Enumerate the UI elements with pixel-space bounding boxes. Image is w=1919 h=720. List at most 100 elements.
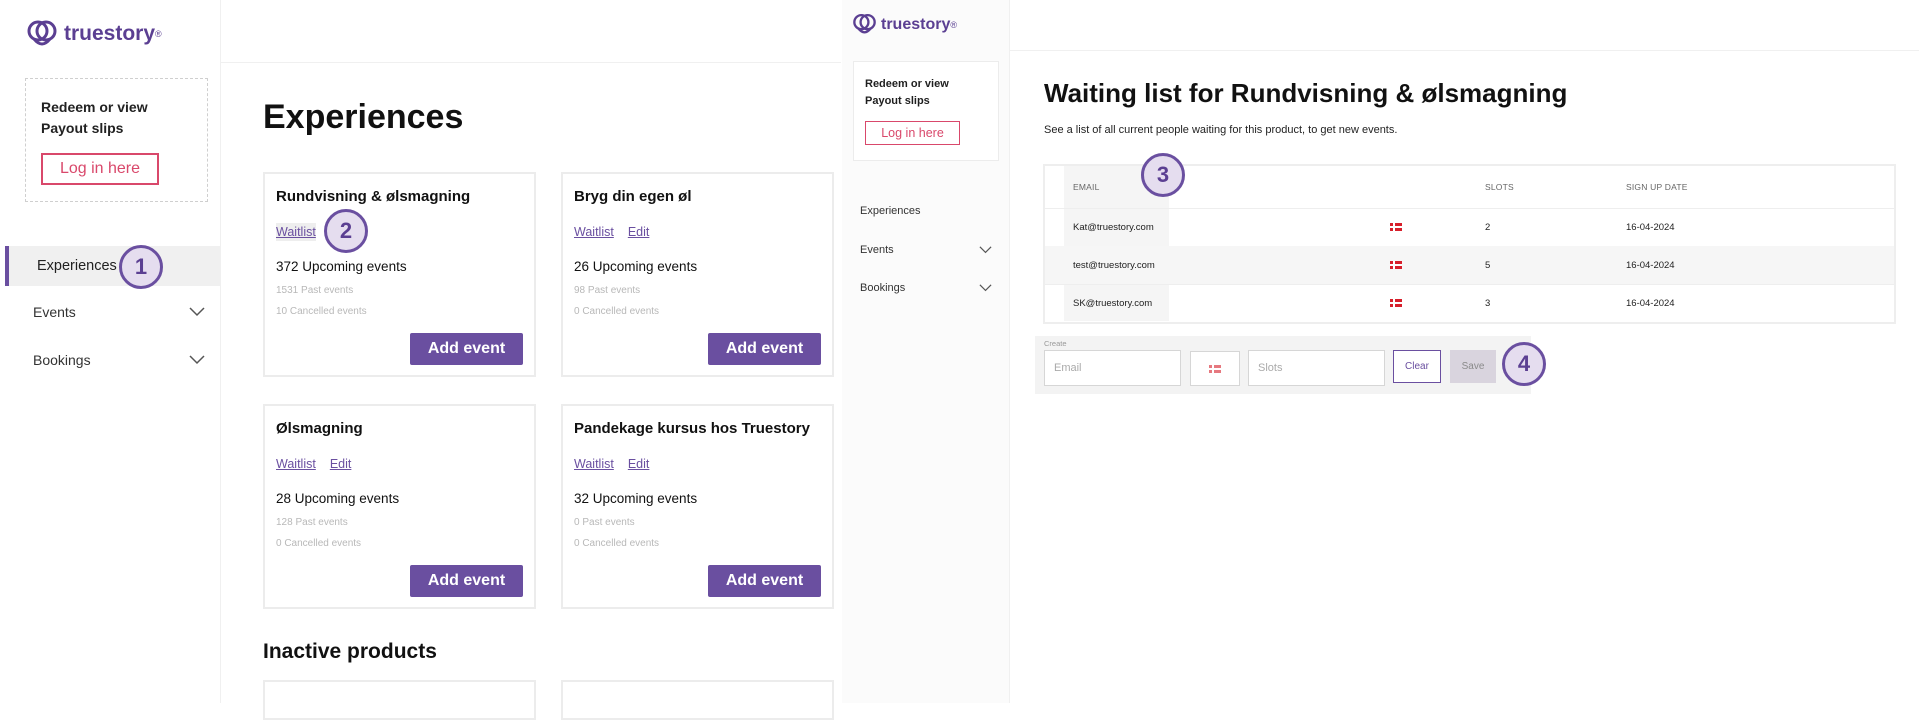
step-marker-1: 1 — [119, 245, 163, 289]
page-title: Experiences — [263, 98, 464, 136]
card-links: Waitlist — [276, 223, 330, 241]
clear-button[interactable]: Clear — [1393, 350, 1441, 383]
card-links: Waitlist Edit — [574, 455, 663, 473]
edit-link[interactable]: Edit — [628, 457, 650, 471]
sidebar-item-experiences[interactable]: Experiences — [5, 246, 220, 286]
waitlist-link[interactable]: Waitlist — [574, 457, 614, 471]
experience-card: Pandekage kursus hos Truestory Waitlist E… — [561, 404, 834, 609]
upcoming-events: 28 Upcoming events — [276, 491, 400, 506]
add-event-button[interactable]: Add event — [708, 333, 821, 365]
waitlist-link[interactable]: Waitlist — [574, 225, 614, 239]
step-marker-2: 2 — [324, 209, 368, 253]
save-button[interactable]: Save — [1450, 350, 1496, 383]
right-top-divider — [1010, 50, 1919, 51]
experience-card: Ølsmagning Waitlist Edit 28 Upcoming even… — [263, 404, 536, 609]
redeem-line2: Payout slips — [865, 95, 930, 107]
column-email: EMAIL — [1073, 182, 1100, 192]
redeem-line1: Redeem or view — [41, 99, 148, 115]
denmark-flag-icon — [1209, 364, 1221, 373]
inactive-card — [263, 680, 536, 720]
sidebar-item-label: Bookings — [860, 282, 906, 294]
row-date: 16-04-2024 — [1626, 221, 1675, 233]
waitlist-link[interactable]: Waitlist — [276, 223, 316, 241]
waitlist-link[interactable]: Waitlist — [276, 457, 316, 471]
sidebar-item-label: Events — [860, 244, 894, 256]
table-row[interactable]: test@truestory.com 5 16-04-2024 — [1045, 246, 1894, 285]
row-slots: 5 — [1485, 259, 1491, 271]
top-divider — [221, 62, 841, 63]
card-title: Pandekage kursus hos Truestory — [574, 420, 810, 437]
sidebar-item-bookings[interactable]: Bookings — [5, 342, 205, 378]
add-event-button[interactable]: Add event — [708, 565, 821, 597]
column-slots: SLOTS — [1485, 182, 1514, 192]
sidebar-item-label: Experiences — [860, 205, 921, 217]
right-sidebar-divider — [1009, 0, 1010, 703]
row-email: Kat@truestory.com — [1073, 221, 1154, 233]
truestory-logo[interactable]: truestory ® — [852, 12, 957, 37]
slots-field[interactable]: Slots — [1248, 350, 1385, 386]
sidebar-item-bookings[interactable]: Bookings — [860, 278, 992, 298]
column-signup-date: SIGN UP DATE — [1626, 182, 1688, 192]
card-title: Rundvisning & ølsmagning — [276, 188, 471, 205]
row-email: test@truestory.com — [1073, 259, 1155, 271]
chevron-down-icon — [979, 284, 992, 292]
brand-name: truestory — [881, 15, 951, 33]
inactive-card — [561, 680, 834, 720]
row-date: 16-04-2024 — [1626, 297, 1675, 309]
edit-link[interactable]: Edit — [330, 457, 352, 471]
cancelled-events: 0 Cancelled events — [276, 538, 362, 549]
table-row[interactable]: SK@truestory.com 3 16-04-2024 — [1045, 284, 1894, 322]
past-events: 0 Past events — [574, 517, 635, 528]
denmark-flag-icon — [1390, 261, 1402, 269]
sidebar-divider — [220, 0, 221, 703]
brand-reg: ® — [155, 29, 162, 39]
truestory-logo[interactable]: truestory ® — [26, 18, 162, 50]
login-button[interactable]: Log in here — [41, 153, 159, 185]
past-events: 1531 Past events — [276, 285, 354, 296]
step-marker-4: 4 — [1502, 342, 1546, 386]
add-event-button[interactable]: Add event — [410, 333, 523, 365]
waitlist-subtitle: See a list of all current people waiting… — [1044, 124, 1398, 136]
chevron-down-icon — [979, 246, 992, 254]
inactive-products-title: Inactive products — [263, 640, 437, 663]
denmark-flag-icon — [1390, 299, 1402, 307]
row-email: SK@truestory.com — [1073, 297, 1153, 309]
past-events: 128 Past events — [276, 517, 348, 528]
truestory-logo-icon — [27, 20, 57, 46]
upcoming-events: 32 Upcoming events — [574, 491, 698, 506]
redeem-box: Redeem or view Payout slips Log in here — [25, 78, 208, 202]
upcoming-events: 372 Upcoming events — [276, 259, 407, 274]
cancelled-events: 0 Cancelled events — [574, 538, 660, 549]
experience-card: Rundvisning & ølsmagning Waitlist 372 Up… — [263, 172, 536, 377]
sidebar-item-events[interactable]: Events — [5, 294, 205, 330]
email-field[interactable]: Email — [1044, 350, 1181, 386]
cancelled-events: 0 Cancelled events — [574, 306, 660, 317]
sidebar-item-label: Events — [33, 304, 76, 320]
denmark-flag-icon — [1390, 223, 1402, 231]
brand-name: truestory — [64, 22, 156, 45]
chevron-down-icon — [189, 307, 205, 317]
login-button[interactable]: Log in here — [865, 121, 960, 145]
chevron-down-icon — [189, 355, 205, 365]
table-row[interactable]: Kat@truestory.com 2 16-04-2024 — [1045, 208, 1894, 247]
card-title: Bryg din egen øl — [574, 188, 692, 205]
redeem-line1: Redeem or view — [865, 78, 949, 90]
row-date: 16-04-2024 — [1626, 259, 1675, 271]
sidebar-item-events[interactable]: Events — [860, 240, 992, 260]
add-event-button[interactable]: Add event — [410, 565, 523, 597]
create-form: Create Email Slots Clear Save — [1035, 336, 1531, 394]
card-links: Waitlist Edit — [276, 455, 365, 473]
country-select[interactable] — [1190, 351, 1240, 386]
truestory-logo-icon — [853, 13, 876, 34]
sidebar-item-experiences[interactable]: Experiences — [860, 201, 1000, 221]
card-title: Ølsmagning — [276, 420, 363, 437]
experience-card: Bryg din egen øl Waitlist Edit 26 Upcomin… — [561, 172, 834, 377]
cancelled-events: 10 Cancelled events — [276, 306, 367, 317]
sidebar-item-label: Bookings — [33, 352, 91, 368]
row-slots: 2 — [1485, 221, 1491, 233]
row-slots: 3 — [1485, 297, 1491, 309]
upcoming-events: 26 Upcoming events — [574, 259, 698, 274]
edit-link[interactable]: Edit — [628, 225, 650, 239]
card-links: Waitlist Edit — [574, 223, 663, 241]
redeem-box: Redeem or view Payout slips Log in here — [853, 61, 999, 161]
